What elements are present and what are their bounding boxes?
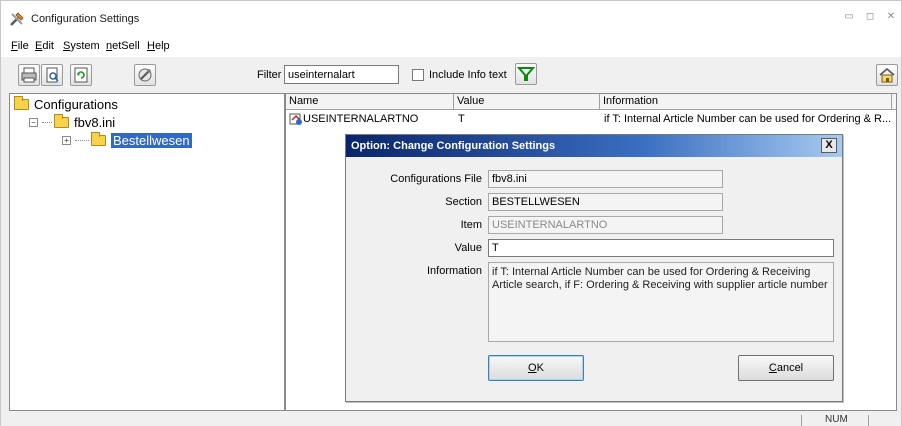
filter-label: Filter bbox=[257, 69, 282, 81]
maximize-button[interactable]: ◻ bbox=[862, 9, 878, 25]
row-name: USEINTERNALARTNO bbox=[303, 113, 419, 125]
tree-item-section-label: Bestellwesen bbox=[111, 132, 192, 148]
home-button[interactable] bbox=[876, 64, 898, 86]
expand-icon[interactable]: + bbox=[62, 135, 71, 145]
menu-file[interactable]: File bbox=[11, 40, 29, 52]
status-separator bbox=[868, 415, 869, 426]
tree-item-section[interactable]: + Bestellwesen bbox=[62, 131, 192, 148]
configuration-tree[interactable]: Configurations − fbv8.ini + Bestellwesen bbox=[9, 93, 285, 411]
minimize-button[interactable]: ▭ bbox=[841, 9, 857, 25]
main-window: Configuration Settings ▭ ◻ ✕ File Edit S… bbox=[0, 0, 902, 426]
column-header-value[interactable]: Value bbox=[454, 94, 600, 110]
menu-edit[interactable]: Edit bbox=[35, 40, 54, 52]
label-section: Section bbox=[445, 196, 482, 208]
title-bar: Configuration Settings ▭ ◻ ✕ bbox=[1, 1, 901, 35]
ok-button[interactable]: OK bbox=[488, 355, 584, 381]
cancel-button[interactable]: Cancel bbox=[738, 355, 834, 381]
close-window-button[interactable]: ✕ bbox=[883, 9, 899, 25]
refresh-button[interactable] bbox=[70, 64, 92, 86]
folder-icon bbox=[14, 95, 29, 110]
section-field bbox=[488, 193, 723, 211]
change-settings-dialog: Option: Change Configuration Settings X … bbox=[345, 134, 843, 402]
label-item: Item bbox=[460, 219, 482, 231]
menu-help[interactable]: Help bbox=[147, 40, 170, 52]
menu-netsell[interactable]: netSell bbox=[106, 40, 140, 52]
label-information: Information bbox=[426, 265, 482, 277]
column-header-name[interactable]: Name bbox=[286, 94, 454, 110]
folder-icon bbox=[54, 113, 69, 128]
print-button[interactable] bbox=[18, 64, 40, 86]
window-title: Configuration Settings bbox=[31, 13, 140, 25]
toolbar: Filter Include Info text bbox=[1, 57, 901, 91]
label-value: Value bbox=[454, 242, 482, 254]
print-preview-icon bbox=[46, 67, 59, 83]
tree-root[interactable]: Configurations bbox=[14, 95, 118, 112]
filter-input[interactable] bbox=[284, 65, 399, 84]
wrench-icon bbox=[138, 68, 152, 82]
collapse-icon[interactable]: − bbox=[29, 117, 38, 127]
dialog-close-button[interactable]: X bbox=[821, 138, 837, 153]
tree-root-label: Configurations bbox=[34, 96, 118, 112]
status-bar: NUM bbox=[1, 413, 901, 426]
include-info-checkbox[interactable] bbox=[412, 69, 424, 81]
menu-system[interactable]: System bbox=[63, 40, 100, 52]
refresh-icon bbox=[74, 67, 88, 83]
row-value: T bbox=[458, 113, 465, 125]
tree-connector bbox=[75, 139, 89, 141]
column-header-information[interactable]: Information bbox=[600, 94, 892, 110]
configurations-file-field bbox=[488, 170, 723, 188]
menu-bar: File Edit System netSell Help bbox=[1, 35, 901, 57]
tree-connector bbox=[42, 121, 52, 123]
status-separator bbox=[801, 415, 802, 426]
dialog-title: Option: Change Configuration Settings bbox=[351, 140, 556, 152]
open-folder-icon bbox=[91, 131, 106, 146]
tools-icon bbox=[10, 12, 24, 26]
row-information: if T: Internal Article Number can be use… bbox=[604, 113, 892, 125]
tree-item-file[interactable]: − fbv8.ini bbox=[29, 113, 116, 130]
apply-filter-button[interactable] bbox=[515, 63, 537, 85]
dialog-title-bar: Option: Change Configuration Settings X bbox=[346, 135, 842, 157]
information-field[interactable]: if T: Internal Article Number can be use… bbox=[488, 262, 834, 342]
printer-icon bbox=[21, 67, 37, 83]
tree-item-file-label: fbv8.ini bbox=[74, 114, 116, 130]
list-header: Name Value Information bbox=[286, 94, 896, 110]
edit-settings-button[interactable] bbox=[134, 64, 156, 86]
num-lock-indicator: NUM bbox=[825, 414, 848, 425]
label-configurations-file: Configurations File bbox=[390, 173, 482, 185]
home-icon bbox=[879, 67, 895, 83]
filter-icon bbox=[516, 67, 536, 81]
setting-icon bbox=[289, 113, 302, 125]
item-field bbox=[488, 216, 723, 234]
include-info-label: Include Info text bbox=[429, 69, 507, 81]
table-row[interactable]: USEINTERNALARTNO T if T: Internal Articl… bbox=[286, 112, 896, 128]
print-preview-button[interactable] bbox=[41, 64, 63, 86]
value-field[interactable] bbox=[488, 239, 834, 257]
